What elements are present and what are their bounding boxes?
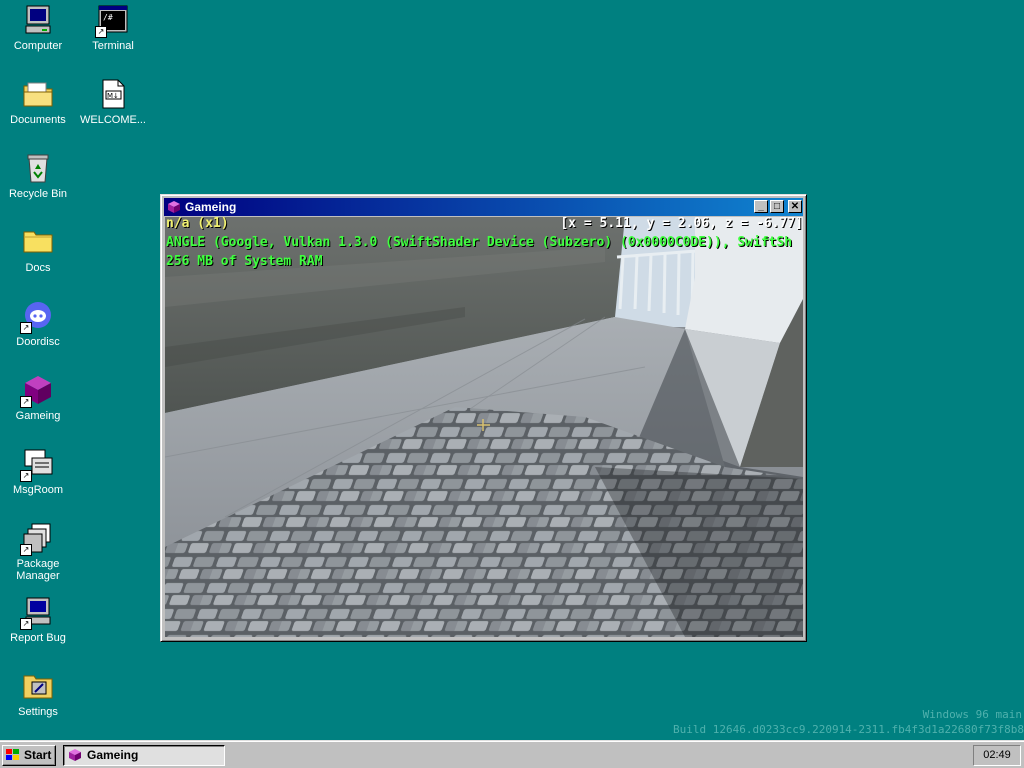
desktop-icon-label: Doordisc [16, 336, 60, 348]
svg-text:M↓: M↓ [107, 92, 119, 100]
settings-folder-icon [22, 670, 54, 702]
desktop-icon-recycle-bin[interactable]: Recycle Bin [1, 152, 75, 200]
minimize-button[interactable]: _ [754, 200, 768, 213]
gameing-app-icon [167, 200, 181, 214]
windows-logo-icon [6, 749, 20, 762]
hud-status: n/a (x1) [166, 217, 229, 231]
desktop-icon-doordisc[interactable]: ↗ Doordisc [1, 300, 75, 348]
game-viewport[interactable]: n/a (x1) [x = 5.11, y = 2.06, z = -6.77]… [165, 217, 803, 637]
desktop-icon-package-manager[interactable]: ↗ Package Manager [1, 522, 75, 582]
window-title: Gameing [185, 200, 237, 214]
window-titlebar[interactable]: Gameing _ □ ✕ [164, 198, 803, 216]
hud-renderer: ANGLE (Google, Vulkan 1.3.0 (SwiftShader… [166, 235, 793, 250]
hud-memory: 256 MB of System RAM [166, 254, 323, 269]
taskbar-button-gameing[interactable]: Gameing [63, 745, 225, 766]
desktop-icon-label: Terminal [92, 40, 134, 52]
shortcut-arrow-icon: ↗ [20, 322, 32, 334]
maximize-icon: □ [773, 201, 781, 212]
taskbar-button-label: Gameing [87, 748, 139, 762]
desktop-icon-label: Gameing [15, 410, 61, 422]
folder-icon [22, 226, 54, 258]
folder-documents-icon [22, 78, 54, 110]
desktop-icon-label: Recycle Bin [8, 188, 68, 200]
terminal-icon: /# ↗ [95, 4, 129, 38]
shortcut-arrow-icon: ↗ [20, 470, 32, 482]
desktop-icon-welcome[interactable]: M↓ WELCOME... [76, 78, 150, 126]
desktop-icon-label: Docs [25, 262, 51, 274]
desktop-icon-label: Package Manager [16, 558, 60, 582]
desktop-icon-computer[interactable]: Computer [1, 4, 75, 52]
msgroom-icon: ↗ [20, 448, 54, 482]
svg-text:/#: /# [103, 13, 113, 22]
maximize-button[interactable]: □ [770, 200, 784, 213]
close-button[interactable]: ✕ [788, 200, 802, 213]
game-scene [165, 217, 803, 637]
gameing-app-icon [68, 748, 82, 762]
markdown-file-icon: M↓ [97, 78, 129, 110]
version-watermark-line-1: Windows 96 main [922, 708, 1022, 721]
shortcut-arrow-icon: ↗ [20, 618, 32, 630]
doordisc-icon: ↗ [20, 300, 54, 334]
desktop-icon-label: WELCOME... [79, 114, 146, 126]
version-watermark-line-2: Build 12646.d0233cc9.220914-2311.fb4f3d1… [673, 723, 1024, 736]
report-bug-icon: ↗ [20, 596, 54, 630]
package-manager-icon: ↗ [20, 522, 54, 556]
taskbar: Start Gameing 02:49 [0, 740, 1024, 768]
desktop-icon-gameing[interactable]: ↗ Gameing [1, 374, 75, 422]
desktop-icon-msgroom[interactable]: ↗ MsgRoom [1, 448, 75, 496]
desktop-icon-report-bug[interactable]: ↗ Report Bug [1, 596, 75, 644]
desktop-icon-label: MsgRoom [12, 484, 64, 496]
desktop-icon-label: Documents [10, 114, 66, 126]
gameing-window[interactable]: Gameing _ □ ✕ n/a (x1) [x = 5.11, y = 2.… [160, 194, 807, 642]
start-label: Start [24, 748, 52, 762]
computer-icon [22, 4, 54, 36]
system-tray-clock[interactable]: 02:49 [973, 745, 1021, 766]
desktop-icon-terminal[interactable]: /# ↗ Terminal [76, 4, 150, 52]
gameing-cube-icon: ↗ [20, 374, 54, 408]
hud-coordinates: [x = 5.11, y = 2.06, z = -6.77] [560, 217, 803, 231]
desktop-icon-docs[interactable]: Docs [1, 226, 75, 274]
desktop-icon-label: Settings [18, 706, 58, 718]
close-icon: ✕ [790, 201, 800, 212]
minimize-icon: _ [758, 201, 764, 212]
recycle-bin-icon [22, 152, 54, 184]
desktop-icon-label: Computer [13, 40, 63, 52]
shortcut-arrow-icon: ↗ [95, 26, 107, 38]
shortcut-arrow-icon: ↗ [20, 544, 32, 556]
desktop-icon-settings[interactable]: Settings [1, 670, 75, 718]
desktop-icon-documents[interactable]: Documents [1, 78, 75, 126]
start-button[interactable]: Start [2, 745, 56, 766]
shortcut-arrow-icon: ↗ [20, 396, 32, 408]
desktop-icon-label: Report Bug [10, 632, 66, 644]
